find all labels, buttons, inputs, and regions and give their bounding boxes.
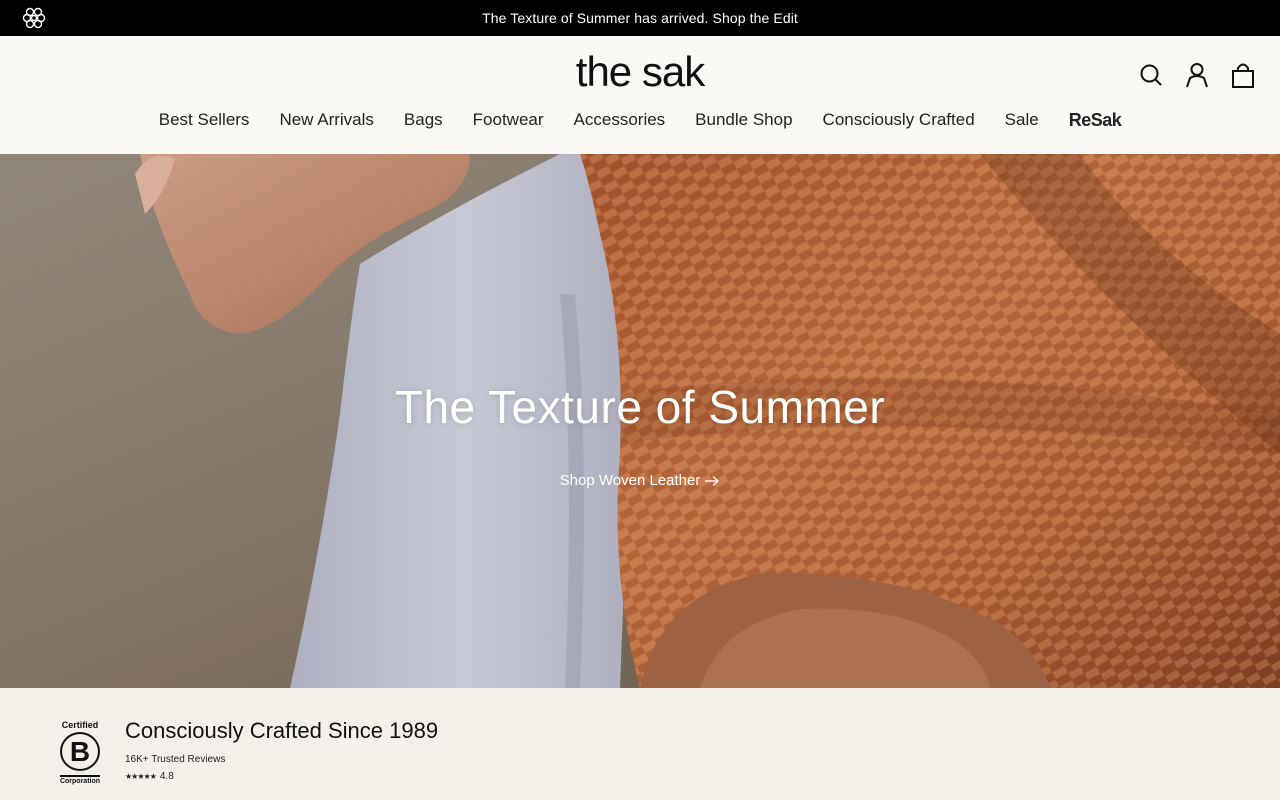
rating: ★★★★★ 4.8 (125, 771, 438, 782)
bag-icon (1232, 63, 1254, 88)
b-corp-corporation-label: Corporation (59, 778, 101, 785)
b-corp-letter: B (69, 735, 91, 767)
nav-sale[interactable]: Sale (990, 110, 1054, 131)
b-corp-logo: B (60, 732, 100, 772)
main-nav: Best Sellers New Arrivals Bags Footwear … (0, 110, 1280, 131)
nav-bags[interactable]: Bags (389, 110, 458, 131)
header-actions (1136, 60, 1258, 90)
announcement-bar: The Texture of Summer has arrived. Shop … (0, 0, 1280, 36)
arrow-right-icon (705, 475, 720, 486)
nav-accessories[interactable]: Accessories (559, 110, 681, 131)
nav-footwear[interactable]: Footwear (458, 110, 559, 131)
nav-best-sellers[interactable]: Best Sellers (144, 110, 265, 131)
logo: the sak (0, 48, 1280, 96)
logo-link[interactable]: the sak (576, 48, 705, 95)
craft-info: Consciously Crafted Since 1989 16K+ Trus… (125, 718, 438, 782)
b-corp-certified-label: Certified (61, 720, 99, 730)
shop-woven-leather-link[interactable]: Shop Woven Leather (560, 472, 721, 489)
nav-new-arrivals[interactable]: New Arrivals (264, 110, 388, 131)
b-corp-divider (60, 775, 100, 777)
hero-cta-wrap: Shop Woven Leather (0, 472, 1280, 489)
b-corp-badge: Certified B Corporation (58, 720, 102, 786)
announcement-link[interactable]: The Texture of Summer has arrived. Shop … (482, 10, 798, 26)
account-button[interactable] (1182, 60, 1212, 90)
site-header: the sak Best Sellers New Arrivals Bags F… (0, 36, 1280, 154)
rating-value: 4.8 (159, 771, 174, 782)
hero-banner[interactable]: The Texture of Summer Shop Woven Leather (0, 154, 1280, 688)
hero-title: The Texture of Summer (394, 381, 886, 433)
reviews-count[interactable]: 16K+ Trusted Reviews (125, 754, 438, 765)
craft-title: Consciously Crafted Since 1989 (125, 718, 439, 743)
nav-resak[interactable]: ReSak (1054, 110, 1137, 131)
account-icon (1186, 63, 1208, 88)
search-button[interactable] (1136, 60, 1166, 90)
star-rating-icon: ★★★★★ (125, 772, 157, 781)
cart-button[interactable] (1228, 60, 1258, 90)
hero-cta-label: Shop Woven Leather (559, 472, 701, 489)
nav-bundle-shop[interactable]: Bundle Shop (680, 110, 807, 131)
trust-section: Certified B Corporation Consciously Craf… (0, 688, 1280, 800)
search-icon (1140, 64, 1162, 86)
logo-mark-icon[interactable] (22, 7, 46, 29)
nav-consciously-crafted[interactable]: Consciously Crafted (808, 110, 990, 131)
